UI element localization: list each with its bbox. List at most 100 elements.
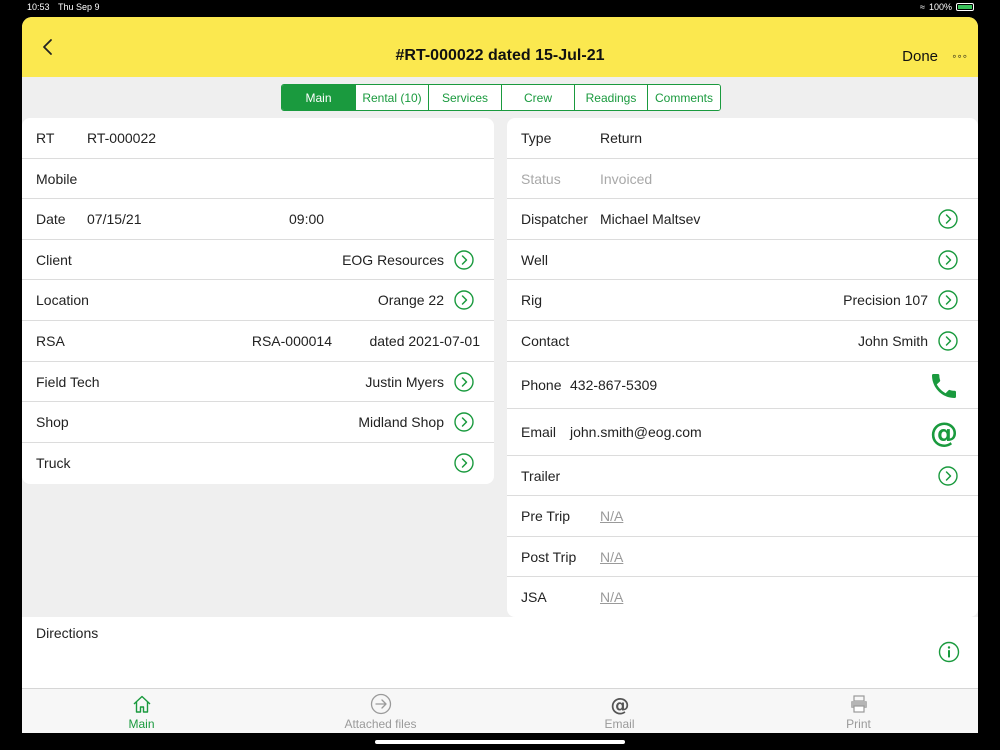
chevron-circle-right-icon[interactable] (454, 250, 474, 270)
location-value: Orange 22 (377, 292, 444, 309)
tab-readings[interactable]: Readings (574, 85, 647, 110)
row-location[interactable]: Location Orange 22 (22, 280, 494, 321)
rt-label: RT (36, 130, 55, 146)
jsa-label: JSA (521, 589, 547, 606)
tabbar-email-label: Email (604, 717, 635, 731)
row-dispatcher[interactable]: Dispatcher Michael Maltsev (507, 199, 978, 240)
row-field-tech[interactable]: Field Tech Justin Myers (22, 362, 494, 403)
chevron-circle-right-icon[interactable] (938, 209, 958, 229)
dispatcher-value: Michael Maltsev (600, 211, 701, 228)
svg-text:@: @ (930, 417, 958, 449)
field-tech-label: Field Tech (36, 373, 100, 390)
bottom-tab-bar: Main Attached files @ Email Print (22, 688, 978, 733)
tab-services[interactable]: Services (428, 85, 501, 110)
shop-value: Midland Shop (358, 414, 444, 431)
arrow-circle-icon (370, 693, 391, 715)
printer-icon (850, 695, 867, 713)
chevron-circle-right-icon[interactable] (454, 412, 474, 432)
rsa-dated: dated 2021-07-01 (369, 332, 480, 349)
tabbar-attached-files[interactable]: Attached files (261, 689, 500, 733)
tabbar-email[interactable]: @ Email (500, 689, 739, 733)
chevron-circle-right-icon[interactable] (938, 331, 958, 351)
pre-trip-link[interactable]: N/A (600, 508, 623, 524)
rsa-label: RSA (36, 332, 65, 349)
tabbar-print-label: Print (846, 717, 871, 731)
chevron-circle-right-icon[interactable] (454, 290, 474, 311)
ticket-details-card: RT RT-000022 Mobile Date 07/15/21 09:00 … (22, 118, 494, 484)
date-value[interactable]: 07/15/21 (87, 211, 142, 227)
row-shop[interactable]: Shop Midland Shop (22, 402, 494, 443)
row-post-trip: Post Trip N/A (507, 537, 978, 578)
row-trailer[interactable]: Trailer (507, 456, 978, 497)
battery-percent: 100% (928, 2, 952, 12)
rig-label: Rig (521, 292, 543, 309)
chevron-circle-right-icon[interactable] (454, 371, 474, 392)
row-phone: Phone 432-867-5309 (507, 362, 978, 409)
dispatcher-label: Dispatcher (521, 211, 588, 228)
chevron-circle-right-icon[interactable] (938, 465, 958, 486)
tabbar-print[interactable]: Print (739, 689, 978, 733)
directions-section[interactable]: Directions (22, 617, 978, 688)
row-mobile[interactable]: Mobile (22, 159, 494, 200)
row-rsa: RSA RSA-000014 dated 2021-07-01 (22, 321, 494, 362)
svg-text:@: @ (610, 694, 629, 715)
battery-icon (956, 3, 974, 11)
at-icon: @ (610, 694, 629, 715)
at-icon[interactable]: @ (928, 417, 960, 449)
row-rig[interactable]: Rig Precision 107 (507, 280, 978, 321)
phone-icon[interactable] (928, 370, 960, 402)
row-date[interactable]: Date 07/15/21 09:00 (22, 199, 494, 240)
row-contact[interactable]: Contact John Smith (507, 321, 978, 362)
well-label: Well (521, 251, 548, 268)
more-options-button[interactable]: ◦◦◦ (952, 49, 968, 63)
chevron-circle-right-icon[interactable] (938, 250, 958, 270)
chevron-circle-right-icon[interactable] (454, 453, 474, 473)
phone-label: Phone (521, 376, 562, 393)
location-label: Location (36, 292, 89, 309)
directions-label: Directions (36, 625, 99, 641)
phone-value: 432-867-5309 (570, 376, 658, 393)
home-icon (133, 695, 150, 713)
row-status: Status Invoiced (507, 159, 978, 200)
email-label: Email (521, 423, 557, 440)
tabbar-main[interactable]: Main (22, 689, 261, 733)
status-value: Invoiced (600, 170, 653, 187)
row-client[interactable]: Client EOG Resources (22, 240, 494, 281)
tab-main[interactable]: Main (282, 85, 355, 110)
done-button[interactable]: Done (902, 48, 938, 65)
row-pre-trip: Pre Trip N/A (507, 496, 978, 537)
pre-trip-label: Pre Trip (521, 508, 571, 525)
tabbar-attached-files-label: Attached files (344, 717, 417, 731)
type-value: Return (600, 130, 643, 146)
email-value: john.smith@eog.com (570, 423, 702, 440)
page-title: #RT-000022 dated 15-Jul-21 (395, 47, 605, 64)
jsa-link[interactable]: N/A (600, 589, 623, 605)
status-time: 10:53 (27, 2, 50, 12)
segment-tabs: Main Rental (10) Services Crew Readings … (281, 84, 721, 111)
truck-label: Truck (36, 454, 71, 471)
status-right: ≈ 100% (920, 2, 974, 12)
info-icon[interactable] (938, 641, 960, 663)
tab-comments[interactable]: Comments (647, 85, 720, 110)
post-trip-label: Post Trip (521, 548, 577, 565)
chevron-circle-right-icon[interactable] (938, 290, 958, 311)
wifi-icon: ≈ (920, 2, 925, 12)
type-label: Type (521, 130, 552, 146)
tabbar-main-label: Main (128, 717, 155, 731)
home-indicator[interactable] (375, 740, 625, 744)
trailer-label: Trailer (521, 467, 561, 484)
rt-value: RT-000022 (87, 130, 157, 146)
contact-value: John Smith (857, 332, 928, 349)
mobile-label: Mobile (36, 170, 78, 187)
job-details-card: Type Return Status Invoiced Dispatcher M… (507, 118, 978, 617)
navigation-bar: #RT-000022 dated 15-Jul-21 Done ◦◦◦ (22, 17, 978, 77)
row-well[interactable]: Well (507, 240, 978, 281)
status-label: Status (521, 170, 561, 187)
tab-rental[interactable]: Rental (10) (355, 85, 428, 110)
status-bar: 10:53 Thu Sep 9 ≈ 100% (0, 0, 1000, 16)
row-rt: RT RT-000022 (22, 118, 494, 159)
time-value[interactable]: 09:00 (289, 211, 324, 227)
post-trip-link[interactable]: N/A (600, 549, 623, 565)
tab-crew[interactable]: Crew (501, 85, 574, 110)
row-truck[interactable]: Truck (22, 443, 494, 484)
